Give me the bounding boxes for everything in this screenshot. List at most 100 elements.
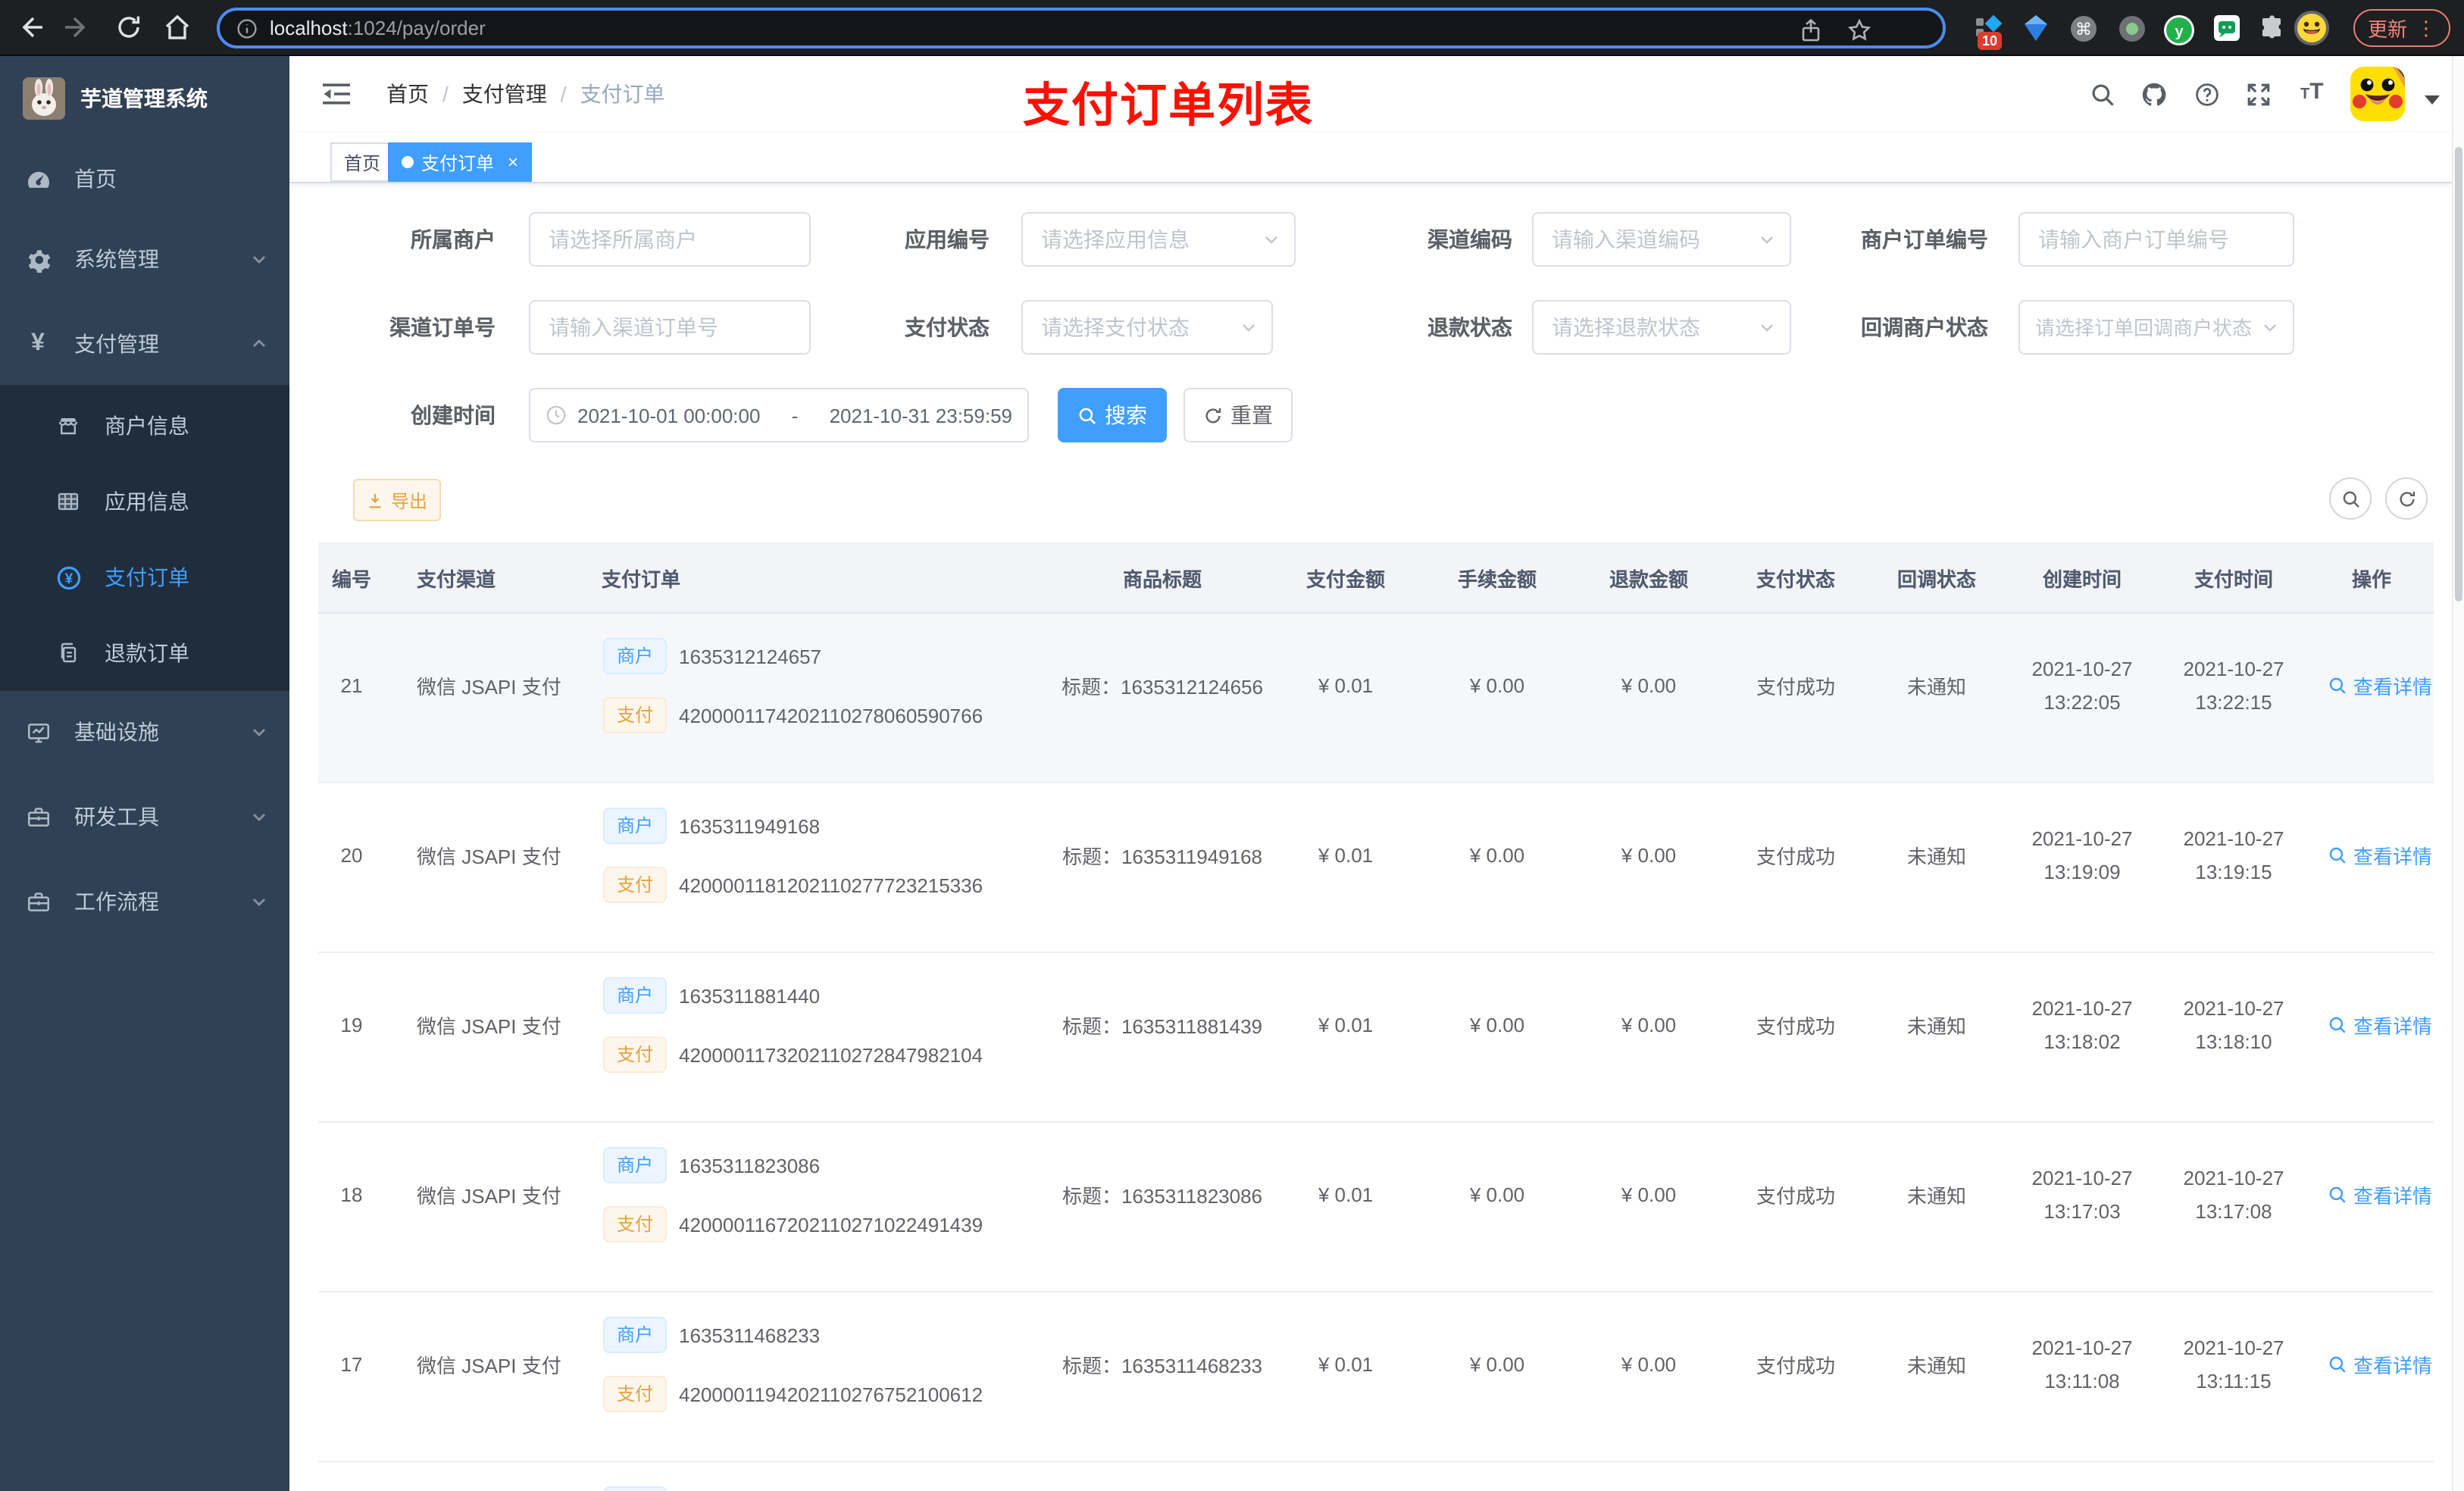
merchant-select[interactable]: [529, 212, 811, 267]
pay-tag: 支付: [603, 1036, 668, 1073]
user-avatar[interactable]: [2350, 67, 2405, 121]
page-scrollbar[interactable]: [2452, 56, 2464, 1491]
sidebar-item-system[interactable]: 系统管理: [0, 221, 289, 297]
grid-icon: [55, 489, 82, 514]
briefcase-icon: [24, 889, 52, 914]
sidebar-item-payment[interactable]: ¥ 支付管理: [0, 302, 289, 385]
table-header: 编号 支付渠道 支付订单 商品标题 支付金额 手续金额 退款金额 支付状态 回调…: [318, 542, 2434, 614]
app-input[interactable]: [1023, 214, 1294, 265]
help-icon[interactable]: [2194, 82, 2220, 108]
sidebar-item-app-info[interactable]: 应用信息: [0, 464, 289, 539]
view-detail-link[interactable]: 查看详情: [2309, 1293, 2434, 1461]
cell-notify: 未通知: [1906, 1355, 1966, 1377]
search-button[interactable]: 搜索: [1058, 388, 1167, 442]
orders-table: 编号 支付渠道 支付订单 商品标题 支付金额 手续金额 退款金额 支付状态 回调…: [318, 542, 2434, 1491]
toolbox-icon: [24, 804, 52, 830]
cell-amount: ¥ 0.01: [1318, 674, 1374, 697]
profile-emoji-icon[interactable]: [2294, 11, 2329, 45]
view-detail-link[interactable]: 查看详情: [2309, 1462, 2434, 1491]
reload-icon[interactable]: [115, 14, 142, 41]
notify-status-input[interactable]: [2020, 302, 2293, 353]
extension-kite-icon[interactable]: [2025, 15, 2047, 41]
merchant-order-no-input[interactable]: [2020, 214, 2293, 265]
pay-status-select[interactable]: [1021, 300, 1273, 355]
create-time-range-picker[interactable]: 2021-10-01 00:00:00 - 2021-10-31 23:59:5…: [529, 388, 1029, 442]
cell-fee: ¥ 0.00: [1469, 1183, 1525, 1206]
share-icon[interactable]: [1799, 18, 1823, 42]
merchant-order-no: 1635311949168: [679, 814, 821, 837]
extension-chat-icon[interactable]: [2214, 15, 2240, 41]
col-refund: 退款金额: [1609, 567, 1688, 590]
chevron-down-icon: [250, 723, 268, 741]
page-annotation-title: 支付订单列表: [1023, 79, 1314, 132]
sidebar-item-merchant-info[interactable]: 商户信息: [0, 388, 289, 464]
extension-dot-icon[interactable]: [2118, 15, 2146, 42]
channel-code-input[interactable]: [1534, 214, 1790, 265]
sidebar-item-infrastructure[interactable]: 基础设施: [0, 694, 289, 770]
merchant-tag: 商户: [603, 1486, 668, 1491]
cell-title: 标题：1635312124656: [1062, 676, 1263, 699]
app-window: 芋道管理系统 首页 系统管理 ¥ 支付管理 商户信息 应用信息 ¥ 支付订单 退…: [0, 56, 2464, 1491]
svg-text:¥: ¥: [64, 570, 73, 586]
merchant-tag: 商户: [603, 638, 668, 674]
tab-home[interactable]: 首页: [330, 142, 395, 182]
refund-status-select[interactable]: [1532, 300, 1791, 355]
pay-order-no: 4200001174202110278060590766: [679, 704, 983, 727]
bookmark-star-icon[interactable]: [1847, 18, 1871, 42]
sidebar-item-pay-order[interactable]: ¥ 支付订单: [0, 539, 289, 615]
browser-update-button[interactable]: 更新 ⋮: [2353, 9, 2450, 47]
channel-code-select[interactable]: [1532, 212, 1791, 267]
fold-sidebar-icon[interactable]: [323, 82, 350, 106]
cell-status: [1724, 1462, 1867, 1491]
cell-paid: [2158, 1462, 2309, 1491]
cell-order: 商户 1635311468233 支付 42000011942021102767…: [600, 1293, 1055, 1461]
avatar-dropdown-caret[interactable]: [2425, 95, 2440, 105]
extension-y-icon[interactable]: y: [2164, 15, 2194, 45]
github-icon[interactable]: [2141, 82, 2167, 108]
home-icon[interactable]: [164, 14, 191, 41]
fullscreen-icon[interactable]: [2246, 82, 2272, 108]
cell-id: 21: [340, 674, 363, 697]
refund-status-input[interactable]: [1534, 302, 1790, 353]
pay-tag: 支付: [603, 1206, 668, 1242]
sidebar-item-home[interactable]: 首页: [0, 141, 289, 217]
breadcrumb-home[interactable]: 首页: [386, 79, 429, 109]
address-bar[interactable]: localhost:1024/pay/order: [217, 8, 1946, 48]
pay-status-input[interactable]: [1023, 302, 1271, 353]
site-info-icon[interactable]: [236, 17, 258, 39]
forward-icon[interactable]: [64, 14, 91, 41]
channel-order-no-input[interactable]: [530, 302, 809, 353]
sidebar-item-refund-order[interactable]: 退款订单: [0, 615, 289, 691]
sidebar-item-workflow[interactable]: 工作流程: [0, 864, 289, 939]
export-button[interactable]: 导出: [353, 479, 441, 521]
extensions-puzzle-icon[interactable]: [2259, 15, 2285, 41]
cell-amount: ¥ 0.01: [1318, 1183, 1374, 1206]
sidebar-logo[interactable]: 芋道管理系统: [0, 56, 289, 141]
clock-icon: [546, 405, 567, 426]
cell-channel: 微信 JSAPI 支付: [417, 676, 561, 699]
search-icon[interactable]: [2090, 82, 2115, 108]
channel-order-no-field[interactable]: [529, 300, 811, 355]
refresh-table-button[interactable]: [2385, 477, 2428, 520]
toggle-search-button[interactable]: [2329, 477, 2372, 520]
reset-button[interactable]: 重置: [1184, 388, 1293, 442]
view-detail-link[interactable]: 查看详情: [2309, 1123, 2434, 1291]
cell-paid: 2021-10-27 13:19:15: [2183, 827, 2284, 883]
sidebar-item-dev-tools[interactable]: 研发工具: [0, 779, 289, 855]
font-size-icon[interactable]: TT: [2300, 79, 2324, 106]
view-detail-link[interactable]: 查看详情: [2309, 783, 2434, 952]
breadcrumb-payment[interactable]: 支付管理: [462, 79, 547, 109]
tab-pay-order[interactable]: 支付订单 ×: [388, 142, 533, 182]
extension-command-icon[interactable]: ⌘: [2070, 15, 2097, 42]
view-detail-link[interactable]: 查看详情: [2309, 953, 2434, 1121]
magnifier-icon: [2329, 1186, 2346, 1203]
notify-status-select[interactable]: [2018, 300, 2294, 355]
back-icon[interactable]: [17, 14, 44, 41]
merchant-input[interactable]: [530, 214, 809, 265]
merchant-order-no-field[interactable]: [2018, 212, 2294, 267]
app-select[interactable]: [1021, 212, 1296, 267]
close-tab-icon[interactable]: ×: [508, 152, 518, 173]
scrollbar-thumb[interactable]: [2455, 147, 2462, 602]
tags-view: 首页 支付订单 ×: [289, 132, 2464, 183]
view-detail-link[interactable]: 查看详情: [2309, 614, 2434, 782]
